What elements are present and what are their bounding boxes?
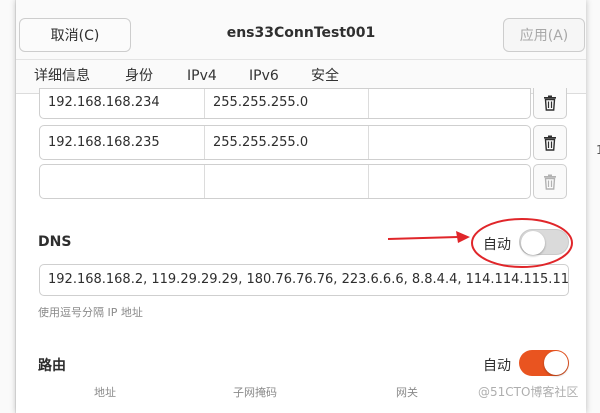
netmask-field[interactable]: 255.255.255.0: [204, 89, 368, 118]
apply-button[interactable]: 应用(A): [503, 18, 585, 52]
address-field[interactable]: [40, 165, 204, 198]
dns-servers-input[interactable]: 192.168.168.2, 119.29.29.29, 180.76.76.7…: [39, 264, 569, 296]
dialog-title: ens33ConnTest001: [226, 25, 376, 41]
watermark: @51CTO博客社区: [478, 385, 579, 399]
delete-address-button[interactable]: [533, 125, 567, 160]
routes-column-gateway: 网关: [396, 386, 418, 399]
dns-auto-switch[interactable]: [519, 229, 569, 255]
netmask-field[interactable]: 255.255.255.0: [204, 126, 368, 159]
routes-auto-switch[interactable]: [519, 350, 569, 376]
delete-address-button[interactable]: [533, 88, 567, 119]
dns-hint: 使用逗号分隔 IP 地址: [38, 306, 143, 319]
dns-auto-label: 自动: [483, 237, 511, 253]
trash-icon: [544, 135, 556, 151]
routes-auto-label: 自动: [483, 358, 511, 374]
switch-knob: [521, 231, 545, 255]
trash-icon: [544, 95, 556, 111]
switch-knob: [544, 351, 568, 375]
gateway-field[interactable]: [368, 89, 531, 118]
routes-column-netmask: 子网掩码: [233, 386, 277, 399]
gateway-field[interactable]: [368, 165, 531, 198]
connection-settings-dialog: 取消(C) ens33ConnTest001 应用(A) 详细信息 身份 IPv…: [16, 0, 586, 413]
dns-heading: DNS: [38, 234, 72, 250]
trash-icon: [544, 174, 556, 190]
background-text-fragment: 1: [596, 143, 600, 157]
routes-column-address: 地址: [94, 386, 116, 399]
background-window-left: [0, 0, 16, 413]
background-window-right: 1: [586, 0, 600, 413]
address-row-empty: [39, 164, 531, 199]
address-field[interactable]: 192.168.168.235: [40, 126, 204, 159]
dialog-headerbar: 取消(C) ens33ConnTest001 应用(A): [16, 0, 586, 60]
delete-address-button[interactable]: [533, 164, 567, 199]
address-row: 192.168.168.235 255.255.255.0: [39, 125, 531, 160]
address-field[interactable]: 192.168.168.234: [40, 89, 204, 118]
gateway-field[interactable]: [368, 126, 531, 159]
netmask-field[interactable]: [204, 165, 368, 198]
address-row: 192.168.168.234 255.255.255.0: [39, 88, 531, 119]
routes-heading: 路由: [38, 358, 66, 374]
